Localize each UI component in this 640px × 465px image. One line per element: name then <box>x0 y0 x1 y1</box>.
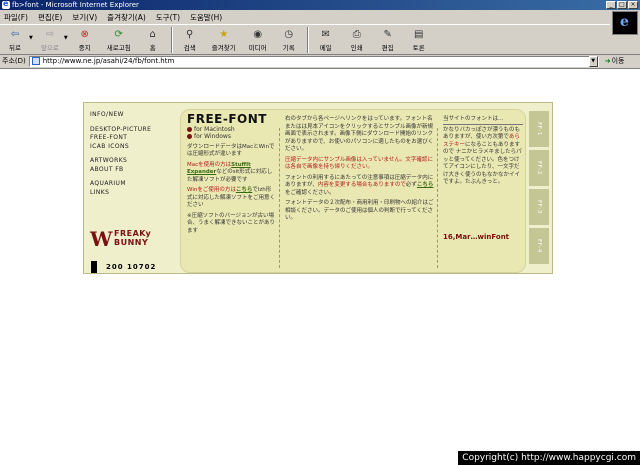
menu-bar: 파일(F) 편집(E) 보기(V) 즐겨찾기(A) 도구(T) 도움말(H) <box>0 11 640 24</box>
forward-button[interactable]: ⇨ 앞으로 <box>37 25 63 53</box>
freaky-bunny-logo[interactable]: W FREAKy BUNNY <box>90 225 168 255</box>
update-date: 16,Mar…winFont <box>443 233 510 241</box>
toolbar-separator <box>306 27 309 53</box>
site-nav: INFO/NEW DESKTOP-PICTURE FREE-FONT ICAB … <box>90 111 172 197</box>
visit-counter: 200 10702 <box>106 263 157 271</box>
arrow-left-icon: ⇦ <box>10 28 20 40</box>
stop-button[interactable]: ⊗ 중지 <box>72 25 98 53</box>
menu-favorites[interactable]: 즐겨찾기(A) <box>107 12 146 23</box>
favorites-button[interactable]: ★ 즐겨찾기 <box>208 25 240 53</box>
nav-about-fb[interactable]: ABOUT FB <box>90 166 172 173</box>
nav-desktop-picture[interactable]: DESKTOP-PICTURE <box>90 126 172 133</box>
address-label: 주소(D) <box>2 57 26 65</box>
close-button[interactable]: × <box>628 1 638 9</box>
media-icon: ◉ <box>253 28 263 40</box>
back-dropdown-icon[interactable]: ▼ <box>29 35 33 41</box>
menu-edit[interactable]: 편집(E) <box>38 12 62 23</box>
copyright-watermark: Copyright(c) http://www.happycgi.com <box>458 451 640 465</box>
text-compression: ダウンロードデータはMacとWinでは圧縮形式が違います <box>187 143 275 158</box>
counter-bar <box>91 261 97 273</box>
edit-icon: ✎ <box>383 28 392 40</box>
nav-links[interactable]: LINKS <box>90 189 172 196</box>
page-icon <box>31 57 40 65</box>
column-usage: 右のタブから各ページへリンクをはっています。フォント名またはは見本アイコンをクリ… <box>285 116 435 278</box>
discuss-icon: ▤ <box>413 28 424 40</box>
history-button[interactable]: ◷ 기록 <box>276 25 302 53</box>
terms-link[interactable]: こちら <box>417 182 434 188</box>
column-divider <box>279 128 280 268</box>
column-divider <box>437 128 438 268</box>
nav-info-new[interactable]: INFO/NEW <box>90 111 172 118</box>
search-button[interactable]: ⚲ 검색 <box>177 25 203 53</box>
menu-help[interactable]: 도움말(H) <box>190 12 222 23</box>
menu-tools[interactable]: 도구(T) <box>156 12 180 23</box>
maximize-button[interactable]: □ <box>617 1 627 9</box>
refresh-icon: ⟳ <box>114 28 123 40</box>
tab-ff-3[interactable]: FF-3 <box>529 189 549 225</box>
bullet-icon <box>187 134 192 140</box>
text-mac-help: Macを使用の方はStuffIt Expanderなどのsit形式に対応した解凍… <box>187 161 273 183</box>
address-input[interactable]: http://www.ne.jp/asahi/24/fb/font.htm ▼ <box>28 55 599 67</box>
address-url: http://www.ne.jp/asahi/24/fb/font.htm <box>42 57 175 65</box>
mail-button[interactable]: ✉ 메일 <box>313 25 339 53</box>
flash-panel: INFO/NEW DESKTOP-PICTURE FREE-FONT ICAB … <box>83 102 553 274</box>
window-controls: _ □ × <box>606 1 638 9</box>
refresh-button[interactable]: ⟳ 새로고침 <box>103 25 135 53</box>
text-usage: 右のタブから各ページへリンクをはっています。フォント名またはは見本アイコンをクリ… <box>285 116 434 152</box>
nav-aquarium[interactable]: AQUARIUM <box>90 180 172 187</box>
content-area: FREE-FONT for Macintosh for Windows ダウンロ… <box>180 109 526 273</box>
ie-icon <box>2 0 10 9</box>
minimize-button[interactable]: _ <box>606 1 616 9</box>
tab-ff-4[interactable]: FF-4 <box>529 228 549 264</box>
go-arrow-icon: ➜ <box>604 57 611 65</box>
home-icon: ⌂ <box>149 28 156 40</box>
ie-throbber-icon <box>612 11 638 35</box>
print-button[interactable]: ⎙ 인쇄 <box>344 25 370 53</box>
tab-ff-1[interactable]: FF-1 <box>529 111 549 147</box>
os-mac[interactable]: for Macintosh <box>187 126 275 134</box>
column-download-info: FREE-FONT for Macintosh for Windows ダウンロ… <box>187 112 276 278</box>
text-about: かなりバカっぽさが漂うものもありますが、使い方次第であらステキーになることもあり… <box>443 126 522 186</box>
tab-ff-2[interactable]: FF-2 <box>529 150 549 186</box>
logo-mark-icon: W <box>90 227 113 251</box>
home-button[interactable]: ⌂ 홈 <box>140 25 166 53</box>
text-terms: フォントの利用するにあたっての注意事項は圧縮データ内にありますが、内容を変更する… <box>285 174 434 196</box>
go-button[interactable]: ➜ 이동 <box>605 56 625 66</box>
forward-dropdown-icon[interactable]: ▼ <box>64 35 68 41</box>
menu-file[interactable]: 파일(F) <box>4 12 28 23</box>
discuss-button[interactable]: ▤ 토론 <box>406 25 432 53</box>
favorites-icon: ★ <box>219 28 229 40</box>
font-tabs: FF-1 FF-2 FF-3 FF-4 <box>529 111 549 267</box>
win-help-link[interactable]: こちら <box>236 187 253 193</box>
print-icon: ⎙ <box>352 28 361 40</box>
search-icon: ⚲ <box>186 28 194 40</box>
text-sample-note: 圧縮データ内にサンプル画像は入っていません。文字確認には各自で画像を持ち帰りくだ… <box>285 156 433 171</box>
nav-artworks[interactable]: ARTWORKS <box>90 157 172 164</box>
address-bar: 주소(D) http://www.ne.jp/asahi/24/fb/font.… <box>0 54 640 67</box>
window-title: fb>font - Microsoft Internet Explorer <box>12 1 139 9</box>
text-version-note: ※圧縮ソフトのバージョンが古い場合、うまく解凍できないことがあります <box>187 212 276 234</box>
about-heading: 当サイトのフォントは… <box>443 116 523 125</box>
menu-view[interactable]: 보기(V) <box>72 12 97 23</box>
toolbar-separator <box>170 27 173 53</box>
text-win-help: Winをご使用の方はこちらでlzh形式に対応した解凍ソフトをご用意ください <box>187 187 276 208</box>
stop-icon: ⊗ <box>80 28 89 40</box>
address-dropdown-icon[interactable]: ▼ <box>588 55 598 67</box>
media-button[interactable]: ◉ 미디어 <box>245 25 271 53</box>
history-icon: ◷ <box>284 28 294 40</box>
page-title: FREE-FONT <box>187 112 267 126</box>
os-win[interactable]: for Windows <box>187 133 275 141</box>
text-redistribution: フォントデータの２次配布・商用利用・印刷物への紹介はご相談ください。データのご使… <box>285 200 434 221</box>
column-about: 当サイトのフォントは… かなりバカっぽさが漂うものもありますが、使い方次第であら… <box>443 116 523 278</box>
bullet-icon <box>187 126 192 132</box>
edit-button[interactable]: ✎ 편집 <box>375 25 401 53</box>
mail-icon: ✉ <box>321 28 330 40</box>
nav-icab-icons[interactable]: ICAB ICONS <box>90 143 172 150</box>
arrow-right-icon: ⇨ <box>45 28 55 40</box>
nav-free-font[interactable]: FREE-FONT <box>90 134 172 141</box>
back-button[interactable]: ⇦ 뒤로 <box>2 25 28 53</box>
title-bar: fb>font - Microsoft Internet Explorer _ … <box>0 0 640 10</box>
toolbar: ⇦ 뒤로 ▼ ⇨ 앞으로 ▼ ⊗ 중지 ⟳ 새로고침 ⌂ 홈 ⚲ 검색 ★ 즐겨찾기 ◉ 미디어… <box>0 24 610 54</box>
